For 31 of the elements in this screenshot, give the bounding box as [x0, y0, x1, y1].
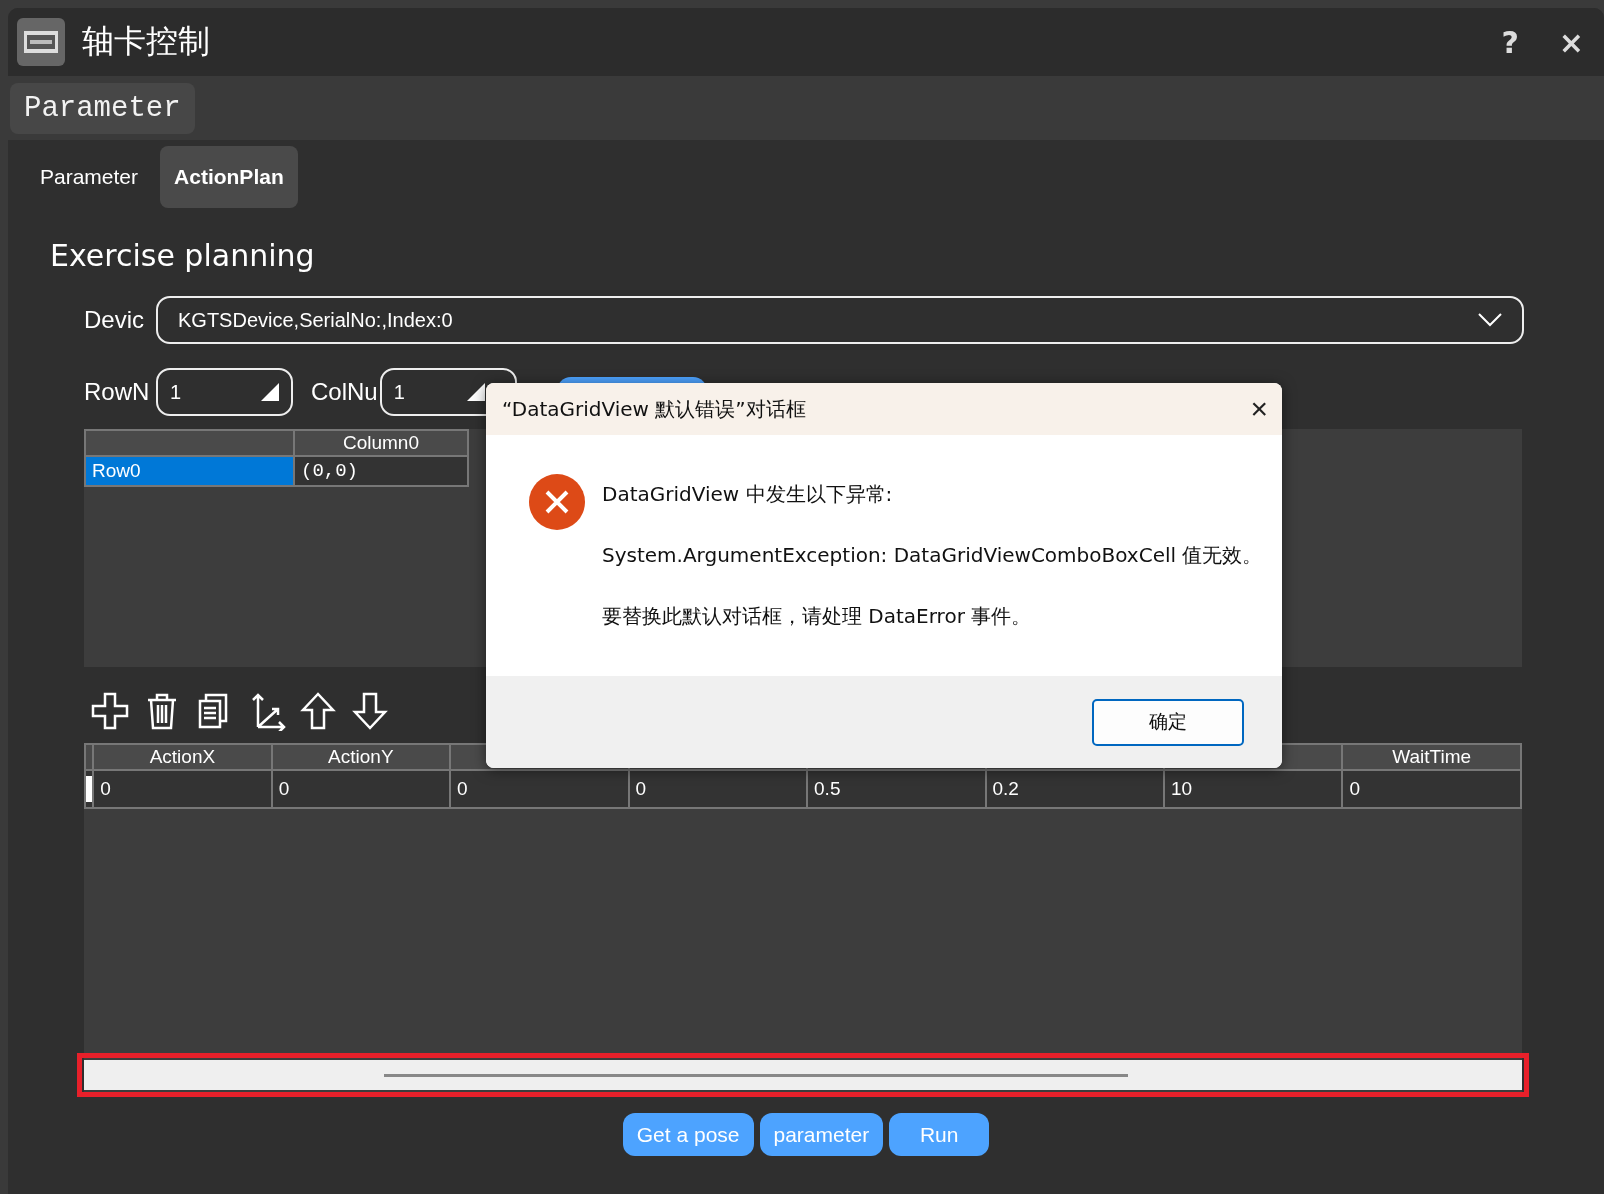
- table-cell: (0,0): [294, 456, 468, 486]
- device-label: Devic: [84, 306, 145, 334]
- tab[interactable]: Parameter: [26, 146, 153, 208]
- table-cell: 0: [628, 770, 808, 808]
- table-cell: 0: [450, 770, 629, 808]
- column-header: ActionX: [93, 744, 272, 770]
- row-count-label: RowN: [84, 378, 151, 406]
- dialog-message: DataGridView 中发生以下异常:: [602, 481, 894, 508]
- close-button[interactable]: ×: [1546, 24, 1596, 60]
- column-header: Column0: [294, 430, 468, 456]
- device-dropdown[interactable]: KGTSDevice,SerialNo:,Index:0: [156, 296, 1524, 344]
- table-cell: 0.5: [807, 770, 986, 808]
- table-cell: 0: [271, 770, 451, 808]
- ok-button[interactable]: 确定: [1092, 698, 1244, 746]
- table-cell: 0: [93, 770, 272, 808]
- row-header[interactable]: Row0: [85, 456, 294, 486]
- section-heading: Exercise planning: [50, 238, 316, 273]
- column-header: ActionY: [271, 744, 451, 770]
- tab[interactable]: ActionPlan: [160, 146, 298, 208]
- dialog-message: 要替换此默认对话框，请处理 DataError 事件。: [602, 603, 1033, 630]
- table-cell: 0.2: [985, 770, 1164, 808]
- help-button[interactable]: ?: [1489, 24, 1531, 60]
- column-header: WaitTime: [1342, 744, 1521, 770]
- table-cell: 0: [1342, 770, 1521, 808]
- parameter-button[interactable]: Parameter: [10, 82, 195, 134]
- row-count-field[interactable]: 1: [156, 368, 293, 416]
- dialog-message: System.ArgumentException: DataGridViewComboBoxCell 值无效。: [602, 542, 1263, 569]
- close-button[interactable]: ×: [1236, 392, 1282, 426]
- col-count-label: ColNu: [311, 378, 378, 406]
- window-title: 轴卡控制: [82, 21, 211, 62]
- table-cell: 10: [1163, 770, 1343, 808]
